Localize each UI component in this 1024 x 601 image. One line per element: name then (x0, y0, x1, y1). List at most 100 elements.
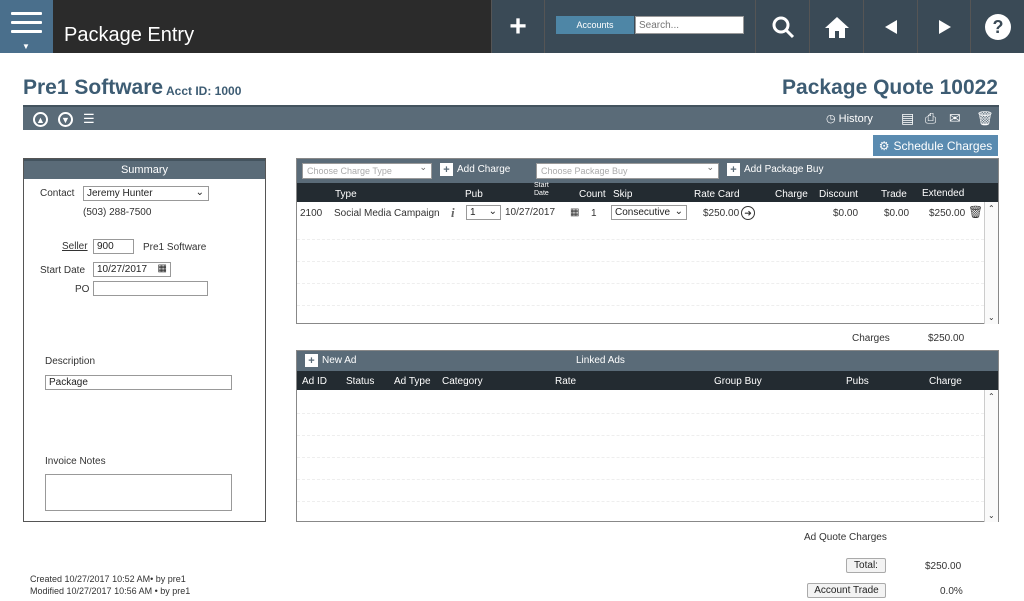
col-rate-card: Rate Card (694, 189, 740, 200)
pdf-icon[interactable]: ▤ (901, 110, 914, 127)
triangle-right-icon (938, 19, 951, 34)
start-date-value: 10/27/2017 (97, 264, 148, 275)
list-icon[interactable]: ☰ (83, 111, 95, 127)
plus-icon: + (509, 9, 527, 43)
seller-input[interactable]: 900 (93, 239, 134, 254)
total-button[interactable]: Total: (846, 558, 886, 573)
schedule-charges-button[interactable]: ⚙ Schedule Charges (873, 135, 998, 156)
row-discount: $0.00 (833, 208, 859, 219)
linked-scrollbar[interactable]: ⌃ ⌄ (984, 390, 998, 522)
top-bar: ▼ Package Entry + Accounts ? (0, 0, 1024, 53)
hamburger-menu-button[interactable]: ▼ (0, 0, 53, 53)
contact-label: Contact (40, 188, 75, 199)
row-extended: $250.00 (929, 208, 966, 219)
add-button[interactable]: + (491, 0, 544, 53)
charge-type-select[interactable]: Choose Charge Type (302, 162, 432, 179)
new-ad-label: New Ad (322, 355, 357, 366)
charges-header-row: Type Pub Start Date Count Skip Rate Card… (297, 182, 998, 202)
col-skip: Skip (613, 189, 633, 200)
gear-icon: ⚙ (878, 138, 890, 153)
charges-value: $250.00 (928, 333, 965, 344)
created-meta: Created 10/27/2017 10:52 AM• by pre1 (30, 574, 186, 584)
skip-select[interactable]: Consecutive ⌄ (611, 205, 687, 220)
plus-icon: + (305, 354, 318, 367)
hamburger-icon-line (11, 21, 42, 24)
chevron-down-icon: ⌄ (488, 206, 497, 217)
history-button[interactable]: ◷ History (826, 112, 873, 125)
chevron-down-icon: ⌄ (195, 187, 204, 198)
pub-value: 1 (470, 207, 476, 218)
col-discount: Discount (819, 189, 858, 200)
help-button[interactable]: ? (970, 0, 1024, 53)
invoice-notes-textarea[interactable] (45, 474, 232, 511)
arrow-right-circle-icon[interactable]: ➜ (741, 206, 755, 220)
row-count[interactable]: 1 (591, 208, 597, 219)
home-button[interactable] (809, 0, 863, 53)
col-charge: Charge (929, 376, 962, 387)
col-trade: Trade (881, 189, 907, 200)
new-ad-button[interactable]: + New Ad (305, 354, 356, 367)
info-icon[interactable]: i (451, 205, 455, 221)
grid-line (297, 457, 984, 458)
account-trade-button[interactable]: Account Trade (807, 583, 886, 598)
col-type: Type (335, 189, 357, 200)
triangle-left-icon (884, 19, 897, 34)
chevron-up-icon[interactable]: ⌃ (988, 204, 995, 213)
modified-meta: Modified 10/27/2017 10:56 AM • by pre1 (30, 586, 191, 596)
grid-line (297, 413, 984, 414)
po-input[interactable] (93, 281, 208, 296)
col-start-date-2: Date (534, 190, 549, 197)
chevron-up-icon[interactable]: ⌃ (988, 392, 995, 401)
calendar-icon[interactable]: ▦ (158, 263, 167, 274)
search-button[interactable] (755, 0, 809, 53)
accounts-dropdown[interactable]: Accounts (556, 16, 634, 34)
trash-icon[interactable]: 🗑 (976, 110, 994, 127)
grid-line (297, 479, 984, 480)
chevron-down-icon[interactable]: ⌄ (988, 511, 995, 520)
forward-button[interactable] (917, 0, 971, 53)
schedule-charges-label: Schedule Charges (893, 138, 993, 153)
print-icon[interactable]: ⎙ (925, 110, 936, 127)
chevron-down-icon[interactable]: ⌄ (988, 313, 995, 322)
contact-value: Jeremy Hunter (87, 188, 153, 199)
page-title: Package Quote 10022 (782, 76, 998, 99)
invoice-notes-label: Invoice Notes (45, 456, 106, 467)
trash-icon[interactable]: 🗑 (968, 205, 983, 219)
po-label: PO (75, 284, 90, 295)
description-label: Description (45, 356, 96, 367)
charges-panel: Choose Charge Type + Add Charge Choose Pa… (296, 158, 999, 324)
start-date-label: Start Date (40, 265, 86, 276)
pub-select[interactable]: 1 ⌄ (466, 205, 501, 220)
col-ad-id: Ad ID (302, 376, 328, 387)
email-icon[interactable]: ✉ (949, 110, 961, 127)
toolbar: ▲ ▼ ☰ ◷ History ▤ ⎙ ✉ 🗑 (23, 105, 999, 130)
start-date-input[interactable]: 10/27/2017 ▦ (93, 262, 171, 277)
hamburger-icon-line (11, 30, 42, 33)
row-start-date[interactable]: 10/27/2017 (505, 207, 555, 218)
col-pub: Pub (465, 189, 483, 200)
seller-name: Pre1 Software (143, 242, 207, 253)
back-button[interactable] (863, 0, 917, 53)
row-rate-card: $250.00 (703, 208, 740, 219)
col-status: Status (346, 376, 375, 387)
calendar-icon[interactable]: ▦ (570, 207, 579, 218)
package-buy-select[interactable]: Choose Package Buy (536, 162, 719, 179)
contact-phone: (503) 288-7500 (83, 207, 152, 218)
seller-link[interactable]: Seller (62, 241, 88, 252)
add-charge-button[interactable]: + Add Charge (440, 163, 510, 176)
arrow-up-circle-icon[interactable]: ▲ (33, 112, 48, 127)
contact-select[interactable]: Jeremy Hunter ⌄ (83, 186, 209, 201)
search-input[interactable] (635, 16, 744, 34)
skip-value: Consecutive (615, 207, 671, 218)
description-input[interactable]: Package (45, 375, 232, 390)
add-package-buy-button[interactable]: + Add Package Buy (727, 163, 824, 176)
charges-scrollbar[interactable]: ⌃ ⌄ (984, 202, 998, 324)
search-icon (772, 16, 794, 38)
grid-line (297, 501, 984, 502)
charges-label: Charges (852, 333, 890, 344)
plus-icon: + (440, 163, 453, 176)
grid-line (297, 283, 984, 284)
arrow-down-circle-icon[interactable]: ▼ (58, 112, 73, 127)
row-code: 2100 (300, 208, 323, 219)
grid-line (297, 239, 984, 240)
